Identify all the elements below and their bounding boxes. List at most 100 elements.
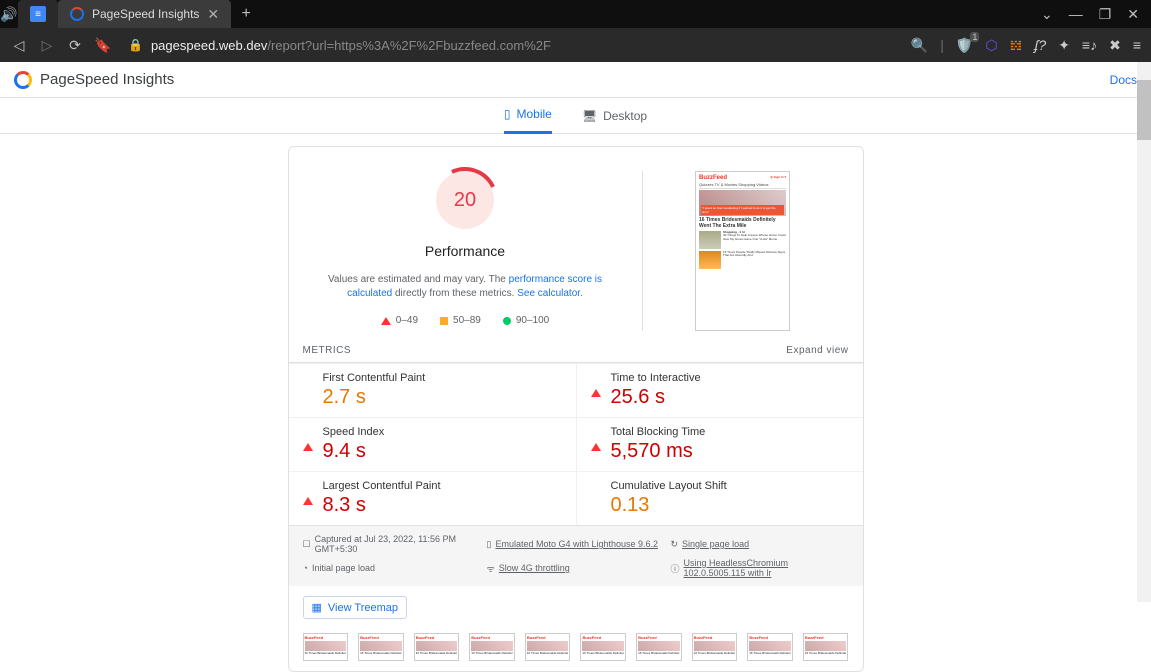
triangle-red-icon — [591, 374, 601, 389]
brave-shield-icon[interactable]: 🛡️1 — [956, 37, 973, 54]
env-throttle-link[interactable]: Slow 4G throttling — [499, 563, 570, 573]
treemap-icon: ▦ — [312, 601, 322, 614]
script-icon[interactable]: ʄ? — [1034, 37, 1046, 53]
audio-icon[interactable]: 🔊 — [0, 6, 18, 23]
filmstrip-frame: BuzzFeed16 Times Bridesmaids Definitel — [747, 633, 793, 661]
score-label: Performance — [425, 243, 505, 259]
filmstrip-frame: BuzzFeed16 Times Bridesmaids Definitel — [803, 633, 849, 661]
metric-row: Speed Index 9.4 s — [289, 417, 576, 471]
clock-icon: ◔ — [303, 563, 308, 573]
psi-logo-icon — [14, 71, 32, 89]
forward-icon[interactable]: ▷ — [38, 37, 56, 54]
docs-link[interactable]: Docs — [1110, 73, 1137, 87]
triangle-red-icon — [381, 317, 391, 325]
tab-desktop-label: Desktop — [603, 109, 647, 123]
tab-title: PageSpeed Insights — [92, 7, 199, 21]
metric-row: Time to Interactive 25.6 s — [576, 363, 863, 417]
expand-view-link[interactable]: Expand view — [786, 345, 848, 356]
square-orange-icon — [440, 317, 448, 325]
device-icon: ▯ — [487, 539, 492, 550]
chevron-down-icon[interactable]: ⌄ — [1041, 6, 1053, 23]
tab-bar: 🔊 ≡ PageSpeed Insights ✕ + ⌄ ― ❐ ✕ — [0, 0, 1151, 28]
env-chrome-link[interactable]: Using HeadlessChromium 102.0.5005.115 wi… — [684, 558, 849, 578]
tab-mobile[interactable]: ▯ Mobile — [504, 98, 552, 134]
env-load-link[interactable]: Single page load — [682, 539, 749, 549]
close-window-icon[interactable]: ✕ — [1127, 6, 1139, 23]
metric-name: Time to Interactive — [611, 372, 849, 384]
desktop-icon: 🖥 — [582, 109, 597, 123]
mobile-icon: ▯ — [504, 107, 511, 121]
filmstrip-frame: BuzzFeed16 Times Bridesmaids Definitel — [636, 633, 682, 661]
metric-row: First Contentful Paint 2.7 s — [289, 363, 576, 417]
window-controls: ⌄ ― ❐ ✕ — [1041, 6, 1151, 23]
filmstrip: BuzzFeed16 Times Bridesmaids Definitel Bu… — [289, 629, 863, 671]
metric-value: 9.4 s — [323, 440, 562, 463]
tab-mobile-label: Mobile — [516, 107, 551, 121]
circle-green-icon — [503, 317, 511, 325]
metric-name: Total Blocking Time — [611, 426, 849, 438]
metric-value: 0.13 — [611, 494, 849, 517]
bookmark-icon[interactable]: 🔖 — [94, 37, 112, 54]
filmstrip-frame: BuzzFeed16 Times Bridesmaids Definitel — [469, 633, 515, 661]
lock-icon: 🔒 — [128, 38, 143, 52]
filmstrip-frame: BuzzFeed16 Times Bridesmaids Definitel — [303, 633, 349, 661]
triangle-red-icon — [591, 428, 601, 443]
wifi-icon: ᯤ — [487, 562, 495, 575]
triangle-red-icon — [303, 482, 313, 497]
reader-icon[interactable]: ≡♪ — [1082, 37, 1097, 53]
metric-name: Speed Index — [323, 426, 562, 438]
metric-row: Total Blocking Time 5,570 ms — [576, 417, 863, 471]
extensions-icon[interactable]: ✦ — [1058, 37, 1070, 54]
metric-value: 5,570 ms — [611, 440, 849, 463]
tab-desktop[interactable]: 🖥 Desktop — [582, 98, 647, 134]
filmstrip-frame: BuzzFeed16 Times Bridesmaids Definitel — [692, 633, 738, 661]
reload-small-icon: ↻ — [671, 539, 679, 550]
back-icon[interactable]: ◁ — [10, 37, 28, 54]
metrics-heading: METRICS — [303, 345, 352, 356]
menu-icon[interactable]: ≡ — [1133, 37, 1141, 53]
browser-chrome: 🔊 ≡ PageSpeed Insights ✕ + ⌄ ― ❐ ✕ ◁ ▷ ⟳… — [0, 0, 1151, 62]
see-calculator-link[interactable]: See calculator. — [517, 288, 583, 299]
env-device-link[interactable]: Emulated Moto G4 with Lighthouse 9.6.2 — [495, 539, 658, 549]
filmstrip-frame: BuzzFeed16 Times Bridesmaids Definitel — [414, 633, 460, 661]
reload-icon[interactable]: ⟳ — [66, 37, 84, 54]
nav-bar: ◁ ▷ ⟳ 🔖 🔒 pagespeed.web.dev/report?url=h… — [0, 28, 1151, 62]
gauge-value: 20 — [454, 189, 476, 212]
scrollbar-thumb[interactable] — [1137, 80, 1151, 140]
metric-value: 25.6 s — [611, 386, 849, 409]
metric-row: Cumulative Layout Shift0.13 — [576, 471, 863, 525]
page-scrollbar[interactable] — [1137, 62, 1151, 602]
metric-value: 2.7 s — [323, 386, 562, 409]
browser-tab-docs[interactable]: ≡ — [18, 0, 58, 28]
triangle-red-icon — [303, 428, 313, 443]
docs-icon: ≡ — [30, 6, 46, 22]
score-note: Values are estimated and may vary. The p… — [309, 273, 622, 301]
filmstrip-frame: BuzzFeed16 Times Bridesmaids Definitel — [580, 633, 626, 661]
wallet-icon[interactable]: ⬡ — [985, 37, 997, 54]
view-treemap-button[interactable]: ▦ View Treemap — [303, 596, 408, 619]
url-bar[interactable]: 🔒 pagespeed.web.dev/report?url=https%3A%… — [122, 38, 901, 53]
calendar-icon: ☐ — [303, 539, 311, 550]
minimize-icon[interactable]: ― — [1069, 6, 1083, 23]
close-icon[interactable]: ✕ — [207, 6, 219, 23]
maximize-icon[interactable]: ❐ — [1099, 6, 1112, 23]
device-tabs: ▯ Mobile 🖥 Desktop — [0, 98, 1151, 134]
report-card: 20 Performance Values are estimated and … — [288, 146, 864, 672]
metric-name: First Contentful Paint — [323, 372, 562, 384]
psi-title: PageSpeed Insights — [40, 71, 174, 88]
psi-header: PageSpeed Insights Docs — [0, 62, 1151, 98]
page-preview: BuzzFeed◎ Sign In ▾ Quizzes TV & Movies … — [695, 171, 790, 331]
score-legend: 0–49 50–89 90–100 — [381, 315, 549, 326]
metric-value: 8.3 s — [323, 494, 562, 517]
divider: | — [940, 37, 944, 53]
metric-row: Largest Contentful Paint 8.3 s — [289, 471, 576, 525]
browser-tab-psi[interactable]: PageSpeed Insights ✕ — [58, 0, 231, 28]
new-tab-button[interactable]: + — [237, 5, 255, 23]
zoom-search-icon[interactable]: 🔍 — [911, 37, 928, 54]
psi-favicon — [70, 7, 84, 21]
rss-icon[interactable]: 𝍌 — [1010, 37, 1023, 54]
app-icon[interactable]: ✖ — [1109, 37, 1121, 54]
info-icon: ⓘ — [671, 562, 680, 575]
url-text: pagespeed.web.dev/report?url=https%3A%2F… — [151, 38, 551, 53]
metric-name: Largest Contentful Paint — [323, 480, 562, 492]
